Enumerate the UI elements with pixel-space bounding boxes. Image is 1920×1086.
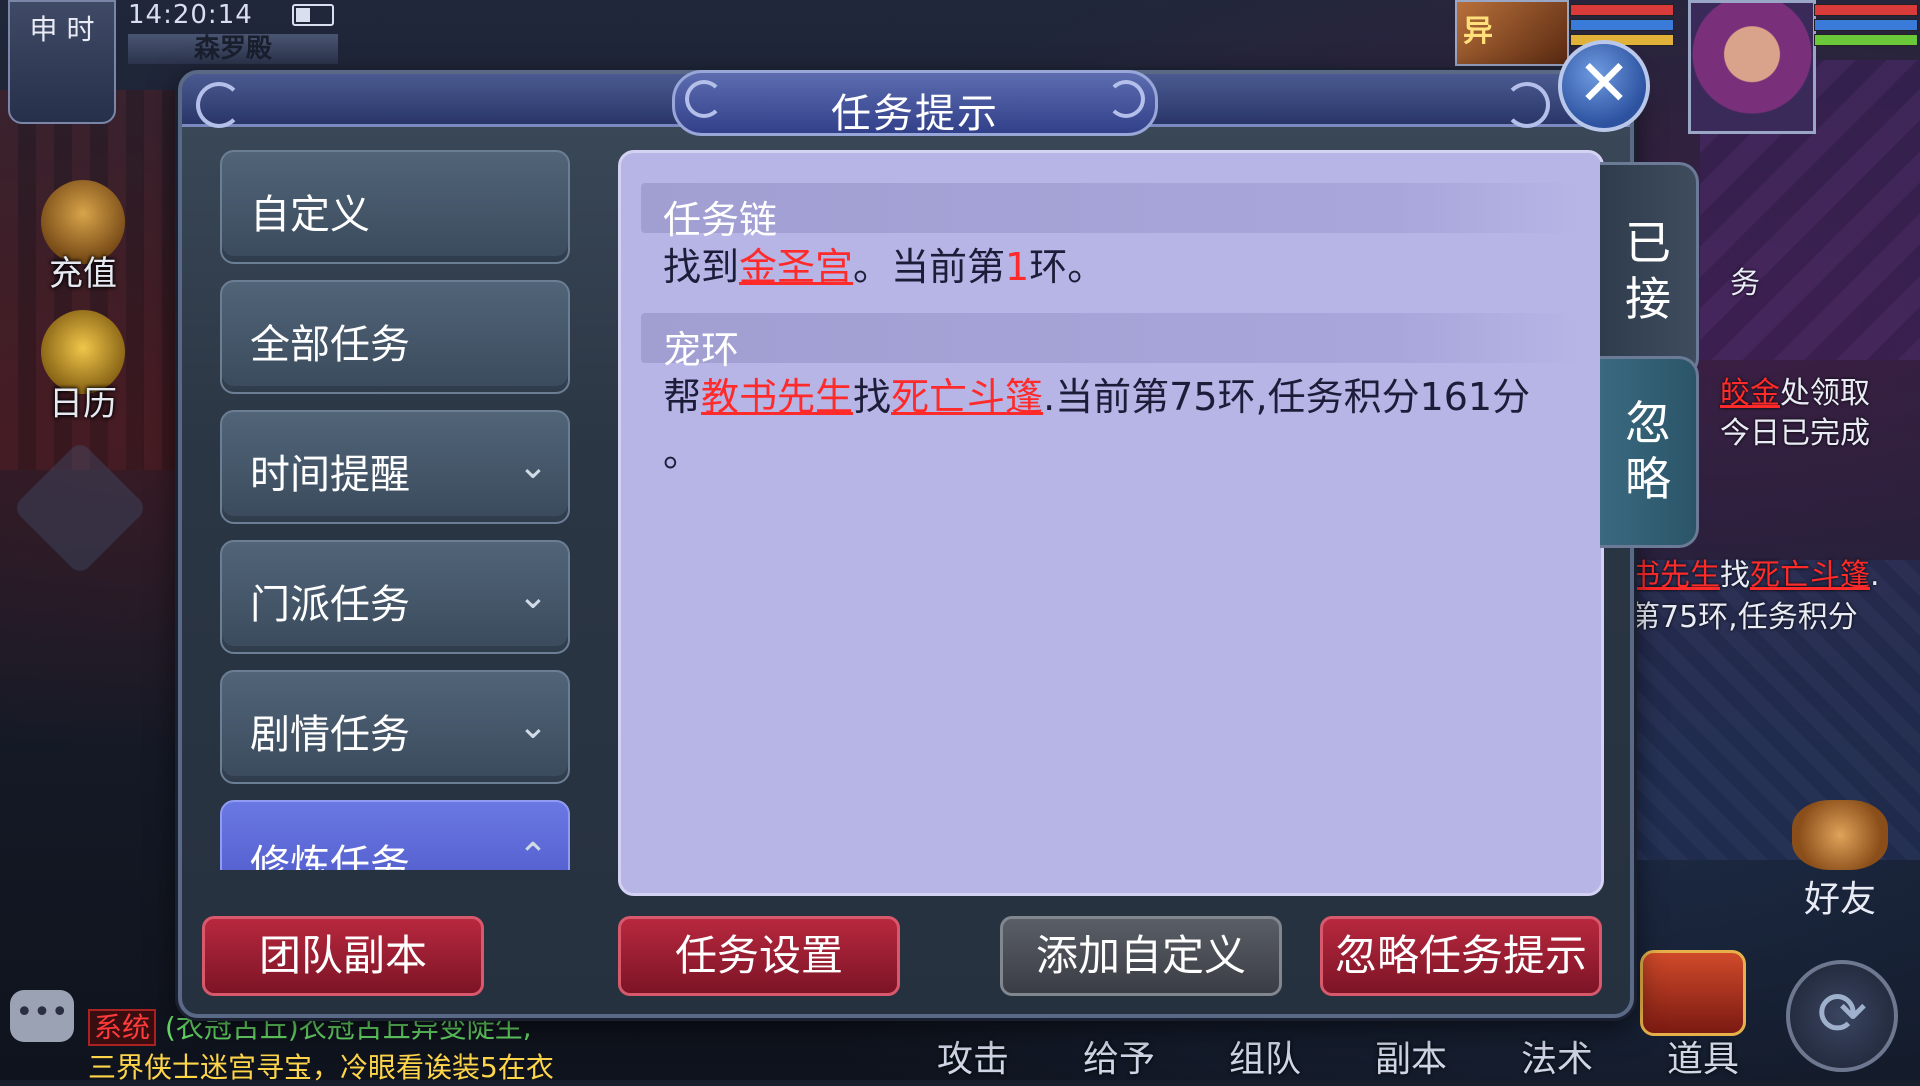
chat-bubble-icon[interactable]: •••: [10, 990, 74, 1042]
body-text: 帮: [663, 375, 702, 419]
chat-system-tag: 系统: [88, 1009, 157, 1046]
task-content-panel: 任务链 找到金圣宫。当前第1环。 宠环 帮教书先生找死亡斗篷.当前第75环,任务…: [618, 150, 1604, 896]
category-label: 修炼任务: [250, 842, 410, 870]
tab-ignored[interactable]: 忽 略: [1600, 356, 1699, 548]
clock-display: 14:20:14: [128, 0, 253, 30]
chevron-down-icon: ⌄: [517, 576, 548, 617]
task-hint-dialog: 任务提示 ✕ 自定义 全部任务 时间提醒 ⌄ 门派任务 ⌄ 剧情任务 ⌄ 修炼任…: [178, 40, 1699, 1018]
tab-accepted-char: 接: [1625, 272, 1671, 326]
recharge-label: 充值: [49, 254, 117, 294]
refresh-icon[interactable]: ⟳: [1786, 960, 1898, 1072]
chevron-down-icon: ⌄: [517, 706, 548, 747]
right-quest-line1-text: 处领取: [1780, 376, 1870, 411]
body-text: 找: [853, 375, 892, 419]
calendar-button[interactable]: 日历: [18, 310, 148, 440]
round-number: 1: [1005, 245, 1030, 289]
team-button[interactable]: 组队: [1192, 1030, 1338, 1082]
player-portrait[interactable]: [1688, 0, 1816, 134]
chat-line-2: 三界侠士迷宫寻宝，冷眼看诶装5在衣: [88, 1051, 554, 1084]
category-custom[interactable]: 自定义: [220, 150, 570, 264]
recharge-button[interactable]: 充值: [18, 180, 148, 310]
dialog-title: 任务提示: [831, 91, 999, 137]
player-bars: [1814, 4, 1918, 46]
category-label: 全部任务: [250, 322, 410, 368]
right-quest-link-npc[interactable]: 皎金: [1720, 376, 1780, 411]
task-category-list: 自定义 全部任务 时间提醒 ⌄ 门派任务 ⌄ 剧情任务 ⌄ 修炼任务 ⌃: [220, 150, 570, 870]
task-settings-button[interactable]: 任务设置: [618, 916, 900, 996]
npc-link[interactable]: 教书先生: [701, 375, 853, 419]
section-body: 帮教书先生找死亡斗篷.当前第75环,任务积分161分 。: [641, 363, 1581, 487]
party-member-label: 异: [1463, 14, 1493, 49]
player-sp-bar: [1814, 34, 1918, 46]
section-body: 找到金圣宫。当前第1环。: [641, 233, 1581, 301]
destination-link[interactable]: 金圣宫: [739, 245, 853, 289]
body-text: 环。: [1029, 245, 1106, 289]
map-name: 森罗殿: [128, 34, 338, 64]
category-label: 门派任务: [250, 582, 410, 628]
items-button[interactable]: 道具: [1630, 1030, 1776, 1082]
title-plate: 任务提示: [672, 70, 1158, 137]
calendar-label: 日历: [49, 384, 117, 424]
body-text: 。当前第: [853, 245, 1006, 289]
friends-label: 好友: [1803, 879, 1876, 920]
tab-ignored-char: 忽: [1625, 396, 1671, 450]
body-text: 找到: [663, 245, 740, 289]
add-custom-button[interactable]: 添加自定义: [1000, 916, 1282, 996]
category-time-reminder[interactable]: 时间提醒 ⌄: [220, 410, 570, 524]
task-section-pet: 宠环 帮教书先生找死亡斗篷.当前第75环,任务积分161分 。: [641, 313, 1581, 487]
right-quest-line2: 今日已完成: [1720, 416, 1870, 451]
party-member-portrait[interactable]: 异: [1455, 0, 1569, 66]
close-icon[interactable]: ✕: [1558, 40, 1650, 132]
swirl-ornament-icon: [1504, 82, 1550, 128]
right-quest-line1[interactable]: 皎金处领取: [1720, 368, 1920, 412]
right-quest-link-cloak[interactable]: 死亡斗篷: [1750, 558, 1870, 593]
mp-bar: [1570, 19, 1674, 31]
swirl-ornament-icon: [1107, 80, 1145, 118]
right-partial-char: 务: [1730, 266, 1760, 301]
tab-accepted-char: 已: [1625, 216, 1671, 270]
battery-icon: [292, 4, 334, 26]
category-label: 剧情任务: [250, 712, 410, 758]
body-text: .当前第75环,任务积分161分: [1043, 375, 1531, 419]
right-quest-link-teacher[interactable]: 书先生: [1630, 558, 1720, 593]
section-header: 宠环: [641, 313, 1581, 372]
right-quest-line4: 第75环,任务积分: [1630, 600, 1858, 635]
attack-button[interactable]: 攻击: [900, 1030, 1046, 1082]
items-chest-icon[interactable]: [1640, 950, 1746, 1036]
body-text: 。: [663, 431, 702, 475]
friends-button[interactable]: 好友: [1780, 800, 1900, 922]
item-link[interactable]: 死亡斗篷: [891, 375, 1043, 419]
right-quest-line3-mid: 找: [1720, 558, 1750, 593]
hp-bar: [1570, 4, 1674, 16]
category-label: 时间提醒: [250, 452, 410, 498]
category-label: 自定义: [250, 192, 370, 238]
category-sect-tasks[interactable]: 门派任务 ⌄: [220, 540, 570, 654]
category-story-tasks[interactable]: 剧情任务 ⌄: [220, 670, 570, 784]
player-mp-bar: [1814, 19, 1918, 31]
task-section-chain: 任务链 找到金圣宫。当前第1环。: [641, 183, 1581, 301]
player-hp-bar: [1814, 4, 1918, 16]
tab-ignored-char: 略: [1625, 452, 1671, 506]
section-title: 任务链: [663, 198, 778, 242]
category-all-tasks[interactable]: 全部任务: [220, 280, 570, 394]
time-period-badge[interactable]: 申 时: [8, 0, 116, 124]
time-period-label: 申 时: [29, 13, 95, 46]
right-quest-line3[interactable]: 书先生找死亡斗篷.: [1630, 550, 1920, 594]
bottom-action-menu: 攻击 给予 组队 副本 法术 道具: [900, 1030, 1776, 1082]
tab-accepted[interactable]: 已 接: [1600, 162, 1699, 378]
skills-button[interactable]: 法术: [1484, 1030, 1630, 1082]
handshake-icon: [1792, 800, 1888, 870]
chevron-down-icon: ⌄: [517, 446, 548, 487]
right-quest-line3-end: .: [1870, 558, 1880, 593]
ignore-task-prompt-button[interactable]: 忽略任务提示: [1320, 916, 1602, 996]
chevron-up-icon: ⌃: [517, 836, 548, 870]
team-dungeon-button[interactable]: 团队副本: [202, 916, 484, 996]
section-header: 任务链: [641, 183, 1581, 242]
give-button[interactable]: 给予: [1046, 1030, 1192, 1082]
section-title: 宠环: [663, 328, 740, 372]
swirl-ornament-icon: [196, 82, 242, 128]
dungeon-button[interactable]: 副本: [1338, 1030, 1484, 1082]
category-training-tasks[interactable]: 修炼任务 ⌃: [220, 800, 570, 870]
party-member-bars: [1570, 4, 1674, 46]
